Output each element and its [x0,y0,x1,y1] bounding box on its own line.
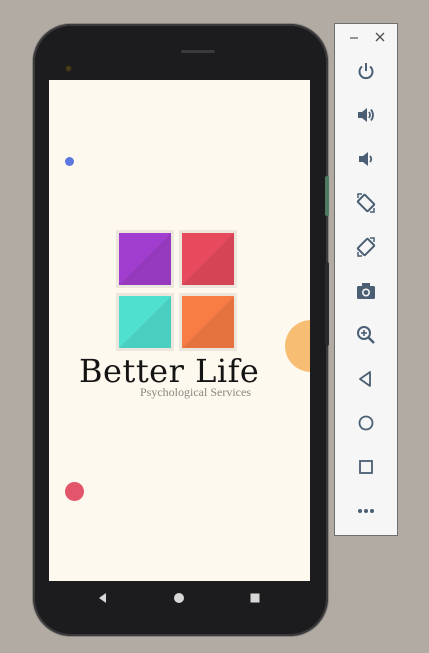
minimize-icon[interactable] [347,29,361,43]
rotate-left-icon[interactable] [353,190,379,216]
screenshot-icon[interactable] [353,278,379,304]
zoom-icon[interactable] [353,322,379,348]
app-screen: Better Life Psychological Services [49,80,310,581]
emulator-toolbar [334,23,398,536]
brand-tagline: Psychological Services [140,385,251,399]
volume-up-icon[interactable] [353,102,379,128]
power-icon[interactable] [353,58,379,84]
decor-dot-blue [65,157,74,166]
phone-power-key[interactable] [325,176,329,216]
back-icon[interactable] [353,366,379,392]
home-icon[interactable] [171,590,187,606]
decor-dot-red [65,482,84,501]
front-camera [66,66,71,71]
speaker-slot [181,50,215,53]
more-icon[interactable] [353,498,379,524]
brand-logo [116,230,242,356]
home-icon[interactable] [353,410,379,436]
volume-down-icon[interactable] [353,146,379,172]
close-icon[interactable] [373,29,387,43]
back-icon[interactable] [95,590,111,606]
logo-tile-teal [116,293,174,351]
logo-tile-purple [116,230,174,288]
logo-tile-red [179,230,237,288]
android-nav-bar [49,582,310,614]
rotate-right-icon[interactable] [353,234,379,260]
emulator-window-controls [335,24,397,50]
recents-icon[interactable] [247,590,263,606]
overview-icon[interactable] [353,454,379,480]
phone-volume-key[interactable] [325,262,329,346]
logo-tile-orange [179,293,237,351]
